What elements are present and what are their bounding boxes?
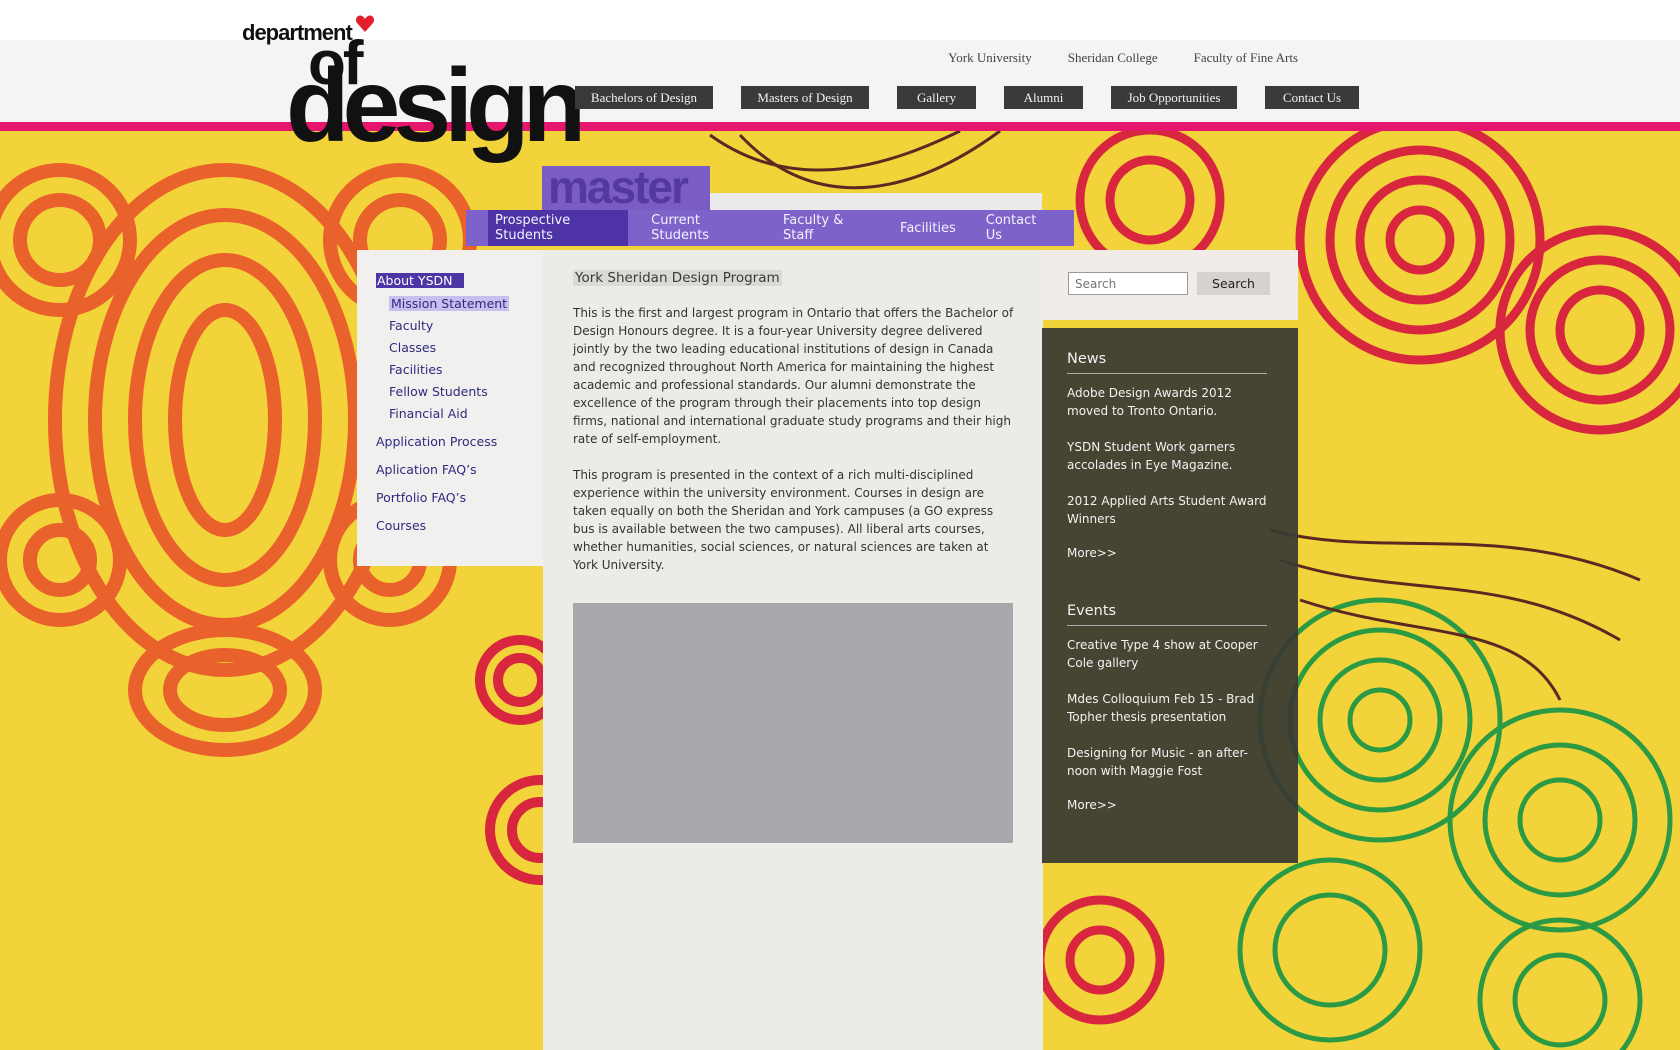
subnav-facilities[interactable]: Facilities	[893, 218, 963, 239]
section-tab: master	[542, 161, 710, 213]
section-tab-label: master	[548, 161, 689, 213]
nav-job-opportunities[interactable]: Job Opportunities	[1111, 86, 1237, 109]
leftnav-application-faqs[interactable]: Aplication FAQ’s	[376, 462, 509, 490]
nav-alumni[interactable]: Alumni	[1004, 86, 1083, 109]
page-title: York Sheridan Design Program	[573, 270, 782, 286]
event-item[interactable]: Designing for Music - an after-noon with…	[1067, 744, 1267, 780]
news-more-link[interactable]: More>>	[1067, 546, 1267, 560]
leftnav-financial-aid[interactable]: Financial Aid	[389, 406, 509, 428]
left-nav: About YSDN Mission Statement Faculty Cla…	[376, 270, 510, 546]
site-logo[interactable]: department of design	[242, 14, 586, 164]
news-item[interactable]: YSDN Student Work garners accolades in E…	[1067, 438, 1267, 474]
leftnav-sub-list: Mission Statement Faculty Classes Facili…	[376, 296, 510, 428]
search-input[interactable]	[1068, 272, 1188, 295]
body-paragraph: This is the first and largest program in…	[573, 306, 1014, 446]
media-placeholder[interactable]	[573, 603, 1013, 843]
leftnav-application-process[interactable]: Application Process	[376, 434, 509, 462]
link-sheridan-college[interactable]: Sheridan College	[1068, 50, 1158, 66]
leftnav-about-ysdn[interactable]: About YSDN	[376, 273, 465, 288]
event-item[interactable]: Creative Type 4 show at Cooper Cole gall…	[1067, 636, 1267, 672]
news-item[interactable]: Adobe Design Awards 2012 moved to Tronto…	[1067, 384, 1267, 420]
page-body: This is the first and largest program in…	[573, 304, 1017, 592]
news-item[interactable]: 2012 Applied Arts Student Award Winners	[1067, 492, 1267, 528]
events-heading: Events	[1067, 603, 1267, 626]
events-section: Events Creative Type 4 show at Cooper Co…	[1067, 603, 1267, 812]
top-links: York University Sheridan College Faculty…	[948, 50, 1298, 66]
subnav-top-strip	[710, 193, 1042, 211]
main-nav: Bachelors of Design Masters of Design Ga…	[575, 86, 1359, 109]
link-faculty-of-fine-arts[interactable]: Faculty of Fine Arts	[1194, 50, 1298, 66]
leftnav-facilities[interactable]: Facilities	[389, 362, 509, 384]
leftnav-classes[interactable]: Classes	[389, 340, 509, 362]
sub-nav: Prospective Students Current Students Fa…	[466, 210, 1074, 246]
body-paragraph: This program is presented in the context…	[573, 468, 994, 572]
leftnav-portfolio-faqs[interactable]: Portfolio FAQ’s	[376, 490, 509, 518]
leftnav-fellow-students[interactable]: Fellow Students	[389, 384, 509, 406]
events-more-link[interactable]: More>>	[1067, 798, 1267, 812]
event-item[interactable]: Mdes Colloquium Feb 15 - Brad Topher the…	[1067, 690, 1267, 726]
leftnav-mission-statement-label: Mission Statement	[389, 296, 510, 311]
leftnav-faculty[interactable]: Faculty	[389, 318, 509, 340]
subnav-faculty-staff[interactable]: Faculty & Staff	[776, 210, 877, 246]
nav-masters-of-design[interactable]: Masters of Design	[741, 86, 869, 109]
logo-line-3: design	[286, 48, 586, 164]
leftnav-courses[interactable]: Courses	[376, 518, 509, 546]
search-button[interactable]: Search	[1197, 272, 1270, 295]
subnav-contact-us[interactable]: Contact Us	[979, 210, 1058, 246]
nav-contact-us[interactable]: Contact Us	[1265, 86, 1359, 109]
subnav-prospective-students[interactable]: Prospective Students	[488, 210, 629, 246]
leftnav-main-list: Application Process Aplication FAQ’s Por…	[376, 434, 509, 546]
subnav-current-students[interactable]: Current Students	[644, 210, 760, 246]
link-york-university[interactable]: York University	[948, 50, 1032, 66]
news-section: News Adobe Design Awards 2012 moved to T…	[1067, 351, 1267, 560]
news-heading: News	[1067, 351, 1267, 374]
leftnav-mission-statement[interactable]: Mission Statement	[389, 296, 510, 318]
nav-bachelors-of-design[interactable]: Bachelors of Design	[575, 86, 713, 109]
nav-gallery[interactable]: Gallery	[897, 86, 976, 109]
